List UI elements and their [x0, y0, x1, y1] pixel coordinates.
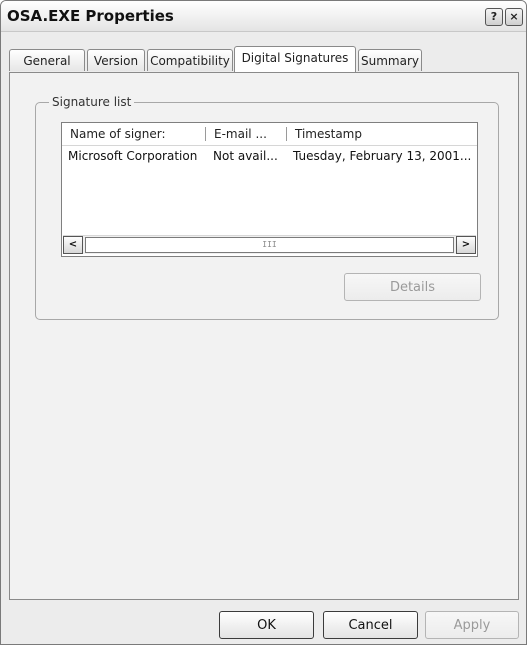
signature-list-label: Signature list [49, 95, 135, 109]
ok-button[interactable]: OK [219, 611, 314, 639]
window-title: OSA.EXE Properties [7, 7, 174, 25]
scroll-left-icon[interactable]: < [63, 236, 83, 254]
tab-summary[interactable]: Summary [358, 49, 422, 71]
scroll-right-icon[interactable]: > [456, 236, 476, 254]
signer-name-cell: Microsoft Corporation [68, 149, 198, 163]
tab-general[interactable]: General [9, 49, 85, 71]
signer-email-cell: Not avail... [213, 149, 278, 163]
help-icon[interactable]: ? [485, 8, 503, 26]
signature-list[interactable]: Name of signer: E-mail ... Timestamp Mic… [61, 122, 478, 257]
details-button[interactable]: Details [344, 273, 481, 301]
scroll-thumb[interactable]: III [85, 237, 454, 253]
column-timestamp[interactable]: Timestamp [287, 123, 477, 145]
title-bar[interactable]: OSA.EXE Properties ? × [1, 1, 526, 32]
tab-compatibility[interactable]: Compatibility [147, 49, 233, 71]
list-header: Name of signer: E-mail ... Timestamp [62, 123, 477, 146]
cancel-button[interactable]: Cancel [323, 611, 418, 639]
close-icon[interactable]: × [505, 8, 523, 26]
properties-window: OSA.EXE Properties ? × General Version C… [0, 0, 527, 645]
horizontal-scrollbar[interactable]: < III > [63, 235, 476, 254]
column-email[interactable]: E-mail ... [206, 123, 286, 145]
apply-button[interactable]: Apply [425, 611, 519, 639]
column-name-of-signer[interactable]: Name of signer: [62, 123, 205, 145]
tab-strip: General Version Compatibility Digital Si… [9, 46, 519, 73]
tab-digital-signatures[interactable]: Digital Signatures [234, 46, 356, 72]
signer-timestamp-cell: Tuesday, February 13, 2001... [293, 149, 472, 163]
tab-version[interactable]: Version [87, 49, 145, 71]
